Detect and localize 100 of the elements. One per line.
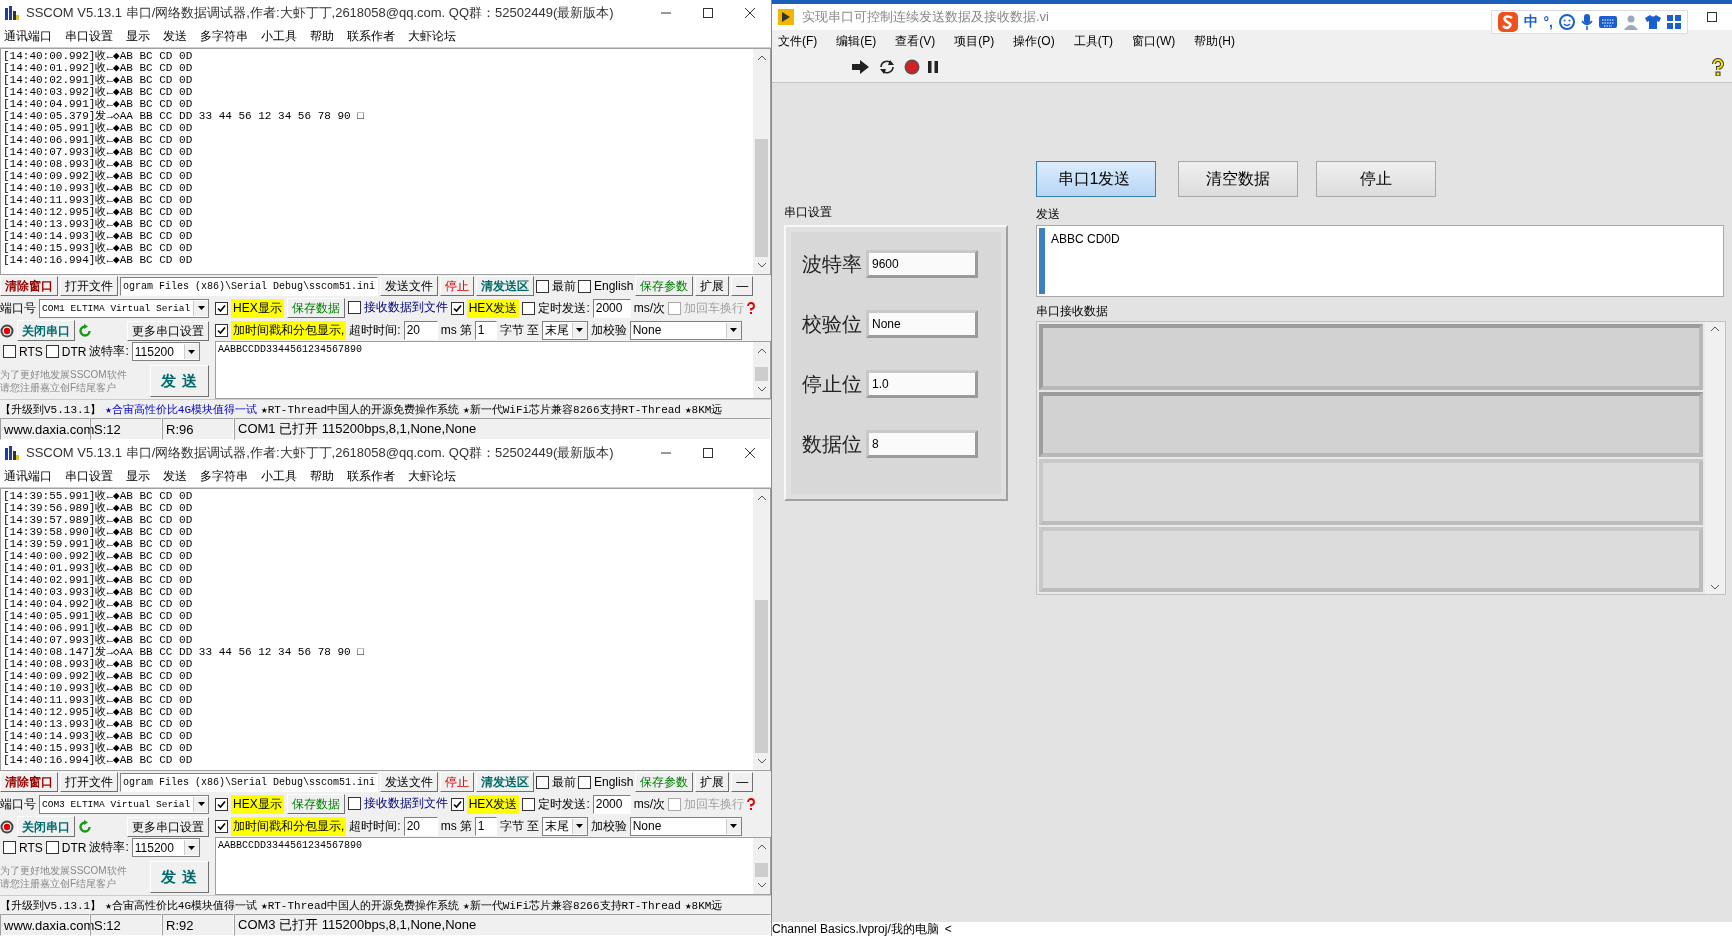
help-icon[interactable]	[1712, 58, 1724, 76]
save-params-button[interactable]: 保存参数	[635, 276, 694, 296]
menu-item[interactable]: 多字符串	[200, 28, 248, 45]
checksum-select[interactable]: None	[629, 816, 742, 836]
timeout-field[interactable]: 20	[403, 816, 438, 836]
menu-item[interactable]: 工具(T)	[1073, 32, 1113, 50]
menu-item[interactable]: 大虾论坛	[408, 28, 456, 45]
clear-window-button[interactable]: 清除窗口	[0, 276, 58, 296]
menu-item[interactable]: 多字符串	[200, 468, 248, 485]
value-field[interactable]: None	[866, 310, 978, 338]
keyboard-icon[interactable]	[1599, 16, 1617, 28]
save-data-button[interactable]: 保存数据	[286, 794, 345, 814]
menu-item[interactable]: 文件(F)	[778, 32, 818, 50]
menu-item[interactable]: 小工具	[261, 468, 297, 485]
collapse-button[interactable]: —	[731, 772, 754, 792]
run-icon[interactable]	[852, 60, 870, 74]
menu-item[interactable]: 发送	[163, 468, 187, 485]
menu-item[interactable]: 显示	[126, 468, 150, 485]
menu-item[interactable]: 帮助	[310, 28, 334, 45]
menu-item[interactable]: 帮助(H)	[1194, 32, 1235, 50]
checkbox[interactable]: RTS	[3, 344, 43, 359]
open-file-button[interactable]: 打开文件	[60, 772, 118, 792]
clear-window-button[interactable]: 清除窗口	[0, 772, 58, 792]
checksum-select[interactable]: None	[629, 320, 742, 340]
dropdown-arrow-icon[interactable]	[197, 306, 205, 310]
interval-field[interactable]: 2000	[592, 298, 631, 318]
scroll-down-icon[interactable]	[757, 759, 766, 764]
panel-button[interactable]: 清空数据	[1178, 161, 1298, 197]
menu-item[interactable]: 发送	[163, 28, 187, 45]
menu-item[interactable]: 帮助	[310, 468, 334, 485]
scroll-up-icon[interactable]	[757, 55, 766, 60]
open-file-button[interactable]: 打开文件	[60, 276, 118, 296]
dropdown-arrow-icon[interactable]	[730, 824, 738, 828]
menu-item[interactable]: 显示	[126, 28, 150, 45]
clear-send-button[interactable]: 清发送区	[476, 772, 534, 792]
checkbox[interactable]: 定时发送:	[522, 795, 590, 813]
send-button[interactable]: 发 送	[149, 860, 209, 893]
abort-icon[interactable]	[904, 59, 920, 75]
dropdown-arrow-icon[interactable]	[730, 328, 738, 332]
panel-button[interactable]: 停止	[1316, 161, 1436, 197]
checkbox[interactable]: DTR	[45, 840, 87, 855]
scroll-down-icon[interactable]	[757, 263, 766, 268]
dropdown-arrow-icon[interactable]	[576, 328, 584, 332]
checkbox[interactable]: DTR	[45, 344, 87, 359]
scroll-up-icon[interactable]	[757, 495, 766, 500]
ime-language[interactable]: 中	[1523, 13, 1538, 31]
checkbox[interactable]: 最前	[536, 773, 576, 791]
menu-item[interactable]: 通讯端口	[4, 28, 52, 45]
start-byte-field[interactable]: 1	[474, 816, 497, 836]
menu-item[interactable]: 操作(O)	[1013, 32, 1055, 50]
pause-icon[interactable]	[928, 61, 938, 73]
baud-select[interactable]: 115200	[131, 838, 200, 857]
scrollbar[interactable]	[1705, 322, 1725, 594]
shirt-icon[interactable]	[1645, 14, 1661, 30]
checkbox[interactable]: 定时发送:	[522, 299, 590, 317]
expand-button[interactable]: 扩展	[695, 276, 730, 296]
dropdown-arrow-icon[interactable]	[197, 802, 205, 806]
scroll-down-icon[interactable]	[1711, 585, 1719, 590]
end-select[interactable]: 末尾	[541, 320, 588, 340]
collapse-button[interactable]: —	[731, 276, 754, 296]
panel-button[interactable]: 串口1发送	[1036, 161, 1156, 197]
dropdown-arrow-icon[interactable]	[188, 349, 196, 354]
smiley-icon[interactable]	[1559, 14, 1575, 30]
checkbox[interactable]: English	[578, 775, 634, 789]
help-icon[interactable]	[747, 302, 756, 314]
save-params-button[interactable]: 保存参数	[635, 772, 694, 792]
microphone-icon[interactable]	[1581, 14, 1593, 30]
dropdown-arrow-icon[interactable]	[188, 845, 196, 850]
menu-item[interactable]: 串口设置	[65, 468, 113, 485]
dropdown-arrow-icon[interactable]	[576, 824, 584, 828]
value-field[interactable]: 9600	[866, 250, 978, 278]
interval-field[interactable]: 2000	[592, 794, 631, 814]
scroll-arrow[interactable]: <	[944, 922, 952, 936]
refresh-icon[interactable]	[78, 819, 92, 834]
menu-item[interactable]: 联系作者	[347, 468, 395, 485]
checkbox[interactable]: RTS	[3, 840, 43, 855]
scrollbar[interactable]	[753, 489, 770, 770]
menu-item[interactable]: 大虾论坛	[408, 468, 456, 485]
ime-punctuation[interactable]: °,	[1543, 14, 1553, 30]
run-continuously-icon[interactable]	[878, 59, 896, 75]
scrollbar[interactable]	[753, 49, 770, 274]
menu-item[interactable]: 窗口(W)	[1132, 32, 1176, 50]
end-select[interactable]: 末尾	[541, 816, 588, 836]
checkbox[interactable]: 接收数据到文件	[347, 795, 448, 812]
menu-item[interactable]: 项目(P)	[954, 32, 995, 50]
port-select[interactable]: COM1 ELTIMA Virtual Serial	[39, 298, 209, 318]
port-select[interactable]: COM3 ELTIMA Virtual Serial	[39, 794, 209, 814]
start-byte-field[interactable]: 1	[474, 320, 497, 340]
send-file-button[interactable]: 发送文件	[380, 772, 438, 792]
grid-icon[interactable]	[1667, 15, 1681, 29]
stop-button[interactable]: 停止	[440, 276, 474, 296]
close-port-button[interactable]: 关闭串口	[17, 816, 75, 837]
more-settings-button[interactable]: 更多串口设置	[127, 816, 209, 837]
send-field[interactable]: ABBC CD0D	[1036, 225, 1724, 297]
timeout-field[interactable]: 20	[403, 320, 438, 340]
scroll-up-icon[interactable]	[1711, 326, 1719, 331]
value-field[interactable]: 1.0	[866, 370, 978, 398]
checkbox[interactable]: 接收数据到文件	[347, 299, 448, 316]
save-data-button[interactable]: 保存数据	[286, 298, 345, 318]
expand-button[interactable]: 扩展	[695, 772, 730, 792]
